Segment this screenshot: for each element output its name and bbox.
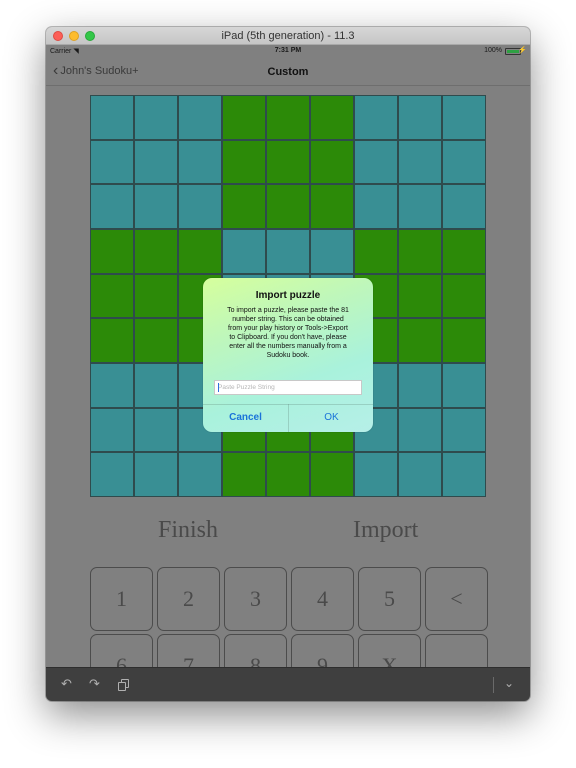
simulator-window: iPad (5th generation) - 11.3 Carrier ◥ 7:… bbox=[46, 27, 530, 701]
puzzle-string-input[interactable]: Paste Puzzle String bbox=[214, 380, 362, 395]
import-puzzle-dialog: Import puzzle To import a puzzle, please… bbox=[203, 278, 373, 432]
dialog-message-line: from your play history or Tools->Export bbox=[228, 325, 348, 332]
dialog-title: Import puzzle bbox=[255, 290, 321, 301]
keyboard-dismiss-icon[interactable]: ⌄ bbox=[504, 676, 514, 690]
device-screen: Carrier ◥ 7:31 PM 100% ⚡ ‹ John's Sudoku+… bbox=[46, 45, 530, 667]
keyboard-shortcut-bar: ↶ ↷ ⌄ bbox=[46, 667, 530, 701]
dialog-message-line: number string. This can be obtained bbox=[232, 316, 344, 323]
puzzle-string-placeholder: Paste Puzzle String bbox=[218, 384, 275, 391]
dialog-message-line: To import a puzzle, please paste the 81 bbox=[227, 307, 349, 314]
cancel-button[interactable]: Cancel bbox=[203, 404, 288, 432]
paste-icon[interactable] bbox=[118, 679, 129, 691]
dialog-message-line: enter all the numbers manually from a bbox=[229, 343, 347, 350]
dialog-message-line: to Clipboard. If you don't have, please bbox=[229, 334, 347, 341]
window-titlebar: iPad (5th generation) - 11.3 bbox=[46, 27, 530, 45]
window-title: iPad (5th generation) - 11.3 bbox=[221, 30, 355, 42]
ok-button[interactable]: OK bbox=[289, 404, 373, 432]
redo-icon[interactable]: ↷ bbox=[89, 677, 100, 691]
dialog-message-line: Sudoku book. bbox=[266, 352, 310, 359]
dialog-message: To import a puzzle, please paste the 81 … bbox=[211, 306, 365, 360]
undo-icon[interactable]: ↶ bbox=[61, 677, 72, 691]
text-caret bbox=[218, 383, 219, 392]
toolbar-divider bbox=[493, 677, 494, 693]
